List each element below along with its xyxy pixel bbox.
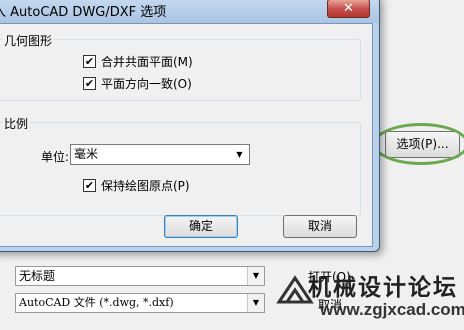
watermark-url: www.zgjxcad.com [320,300,464,319]
merge-coplanar-option[interactable]: ✔ 合并共面平面(M) [83,53,193,70]
import-options-dialog: 入 AutoCAD DWG/DXF 选项 ✕ 几何图形 ✔ 合并共面平面(M) … [0,0,380,252]
merge-coplanar-label: 合并共面平面(M) [101,55,193,69]
scale-group-label: 比例 [2,115,31,132]
title-combo[interactable]: 无标题 ▼ [15,266,265,286]
cancel-button[interactable]: 取消 [283,215,357,238]
geometry-group-label: 几何图形 [2,32,55,49]
keep-origin-label: 保持绘图原点(P) [101,179,190,193]
geometry-group: 几何图形 ✔ 合并共面平面(M) ✔ 平面方向一致(O) [0,32,361,101]
dialog-titlebar[interactable]: 入 AutoCAD DWG/DXF 选项 ✕ [0,0,379,23]
chevron-down-icon[interactable]: ▼ [232,147,247,162]
options-button[interactable]: 选项(P)... [385,131,460,158]
title-combo-value: 无标题 [19,269,56,283]
check-icon[interactable]: ✔ [83,179,96,192]
filetype-combo-value: AutoCAD 文件 (*.dwg, *.dxf) [19,296,174,309]
close-button[interactable]: ✕ [327,0,370,18]
ok-button[interactable]: 确定 [164,215,238,238]
scale-group: 比例 单位: 毫米 ▼ ✔ 保持绘图原点(P) [0,115,361,216]
unit-select[interactable]: 毫米 ▼ [70,144,250,165]
unit-select-value: 毫米 [74,147,99,161]
orient-faces-option[interactable]: ✔ 平面方向一致(O) [83,75,192,92]
keep-origin-option[interactable]: ✔ 保持绘图原点(P) [83,177,190,194]
watermark: 机械设计论坛 www.zgjxcad.com [270,266,464,330]
chevron-down-icon[interactable]: ▼ [247,294,264,312]
chevron-down-icon[interactable]: ▼ [247,267,264,285]
check-icon[interactable]: ✔ [83,77,96,90]
filetype-combo[interactable]: AutoCAD 文件 (*.dwg, *.dxf) ▼ [15,293,265,313]
unit-label: 单位: [41,150,70,164]
dialog-title: 入 AutoCAD DWG/DXF 选项 [0,5,167,20]
dialog-client: 几何图形 ✔ 合并共面平面(M) ✔ 平面方向一致(O) 比例 单位: 毫米 ▼… [0,23,373,247]
check-icon[interactable]: ✔ [83,55,96,68]
orient-faces-label: 平面方向一致(O) [101,77,192,91]
watermark-title: 机械设计论坛 [308,274,458,301]
